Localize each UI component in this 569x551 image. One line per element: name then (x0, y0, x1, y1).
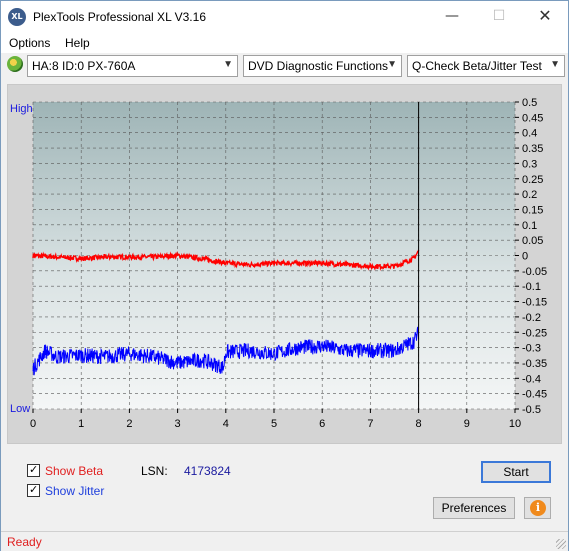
y-tick-label: 0.35 (522, 143, 543, 155)
lsn-value: 4173824 (184, 464, 231, 478)
app-window: XL PlexTools Professional XL V3.16 — ☐ ✕… (0, 0, 569, 551)
menu-bar: Options Help (1, 33, 568, 53)
window-title: PlexTools Professional XL V3.16 (33, 10, 206, 24)
y-tick-label: -0.15 (522, 297, 547, 309)
y-tick-label: -0.4 (522, 373, 541, 385)
resize-grip-icon[interactable] (556, 539, 566, 549)
x-tick-label: 6 (319, 418, 325, 430)
y-tick-label: -0.1 (522, 281, 541, 293)
start-button[interactable]: Start (481, 461, 551, 483)
menu-help[interactable]: Help (65, 36, 90, 50)
y-tick-label: 0.5 (522, 97, 537, 109)
chevron-down-icon: ▼ (223, 59, 233, 70)
y-tick-label: -0.25 (522, 327, 547, 339)
info-button[interactable]: i (524, 497, 551, 519)
options-panel: Show Beta Show Jitter LSN: 4173824 Start… (7, 450, 562, 527)
x-tick-label: 1 (78, 418, 84, 430)
maximize-button[interactable]: ☐ (476, 1, 522, 33)
toolbar: HA:8 ID:0 PX-760A ▼ DVD Diagnostic Funct… (1, 53, 568, 79)
info-icon: i (530, 500, 546, 516)
status-bar: Ready (1, 531, 568, 551)
y-tick-label: -0.45 (522, 389, 547, 401)
show-beta-label[interactable]: Show Beta (45, 464, 103, 478)
high-label: High (10, 103, 33, 115)
y-tick-label: 0.4 (522, 128, 537, 140)
drive-select-value: HA:8 ID:0 PX-760A (32, 59, 136, 73)
y-tick-label: -0.3 (522, 343, 541, 355)
x-tick-label: 9 (464, 418, 470, 430)
x-tick-label: 5 (271, 418, 277, 430)
x-tick-label: 8 (416, 418, 422, 430)
y-tick-label: 0 (522, 251, 528, 263)
show-beta-checkbox[interactable] (27, 463, 40, 477)
function-select-value: DVD Diagnostic Functions (248, 59, 389, 73)
lsn-label: LSN: (141, 464, 168, 478)
chart-panel: 0.5 0.45 0.4 0.35 0.3 0.25 0.2 0.15 0.1 0.05 0 -0.0… (7, 84, 562, 444)
x-tick-label: 10 (509, 418, 521, 430)
y-tick-label: -0.05 (522, 266, 547, 278)
x-tick-label: 7 (367, 418, 373, 430)
x-tick-label: 3 (175, 418, 181, 430)
status-text: Ready (7, 535, 42, 549)
chevron-down-icon: ▼ (387, 59, 397, 70)
show-jitter-label[interactable]: Show Jitter (45, 484, 104, 498)
drive-select[interactable]: HA:8 ID:0 PX-760A ▼ (27, 55, 238, 77)
test-select[interactable]: Q-Check Beta/Jitter Test ▼ (407, 55, 565, 77)
y-tick-label: 0.1 (522, 220, 537, 232)
close-button[interactable]: ✕ (522, 1, 568, 33)
test-select-value: Q-Check Beta/Jitter Test (412, 59, 542, 73)
x-tick-label: 4 (223, 418, 229, 430)
y-tick-label: 0.2 (522, 189, 537, 201)
y-tick-label: 0.15 (522, 204, 543, 216)
y-tick-label: 0.25 (522, 174, 543, 186)
x-tick-label: 2 (126, 418, 132, 430)
minimize-button[interactable]: — (429, 1, 475, 33)
menu-options[interactable]: Options (9, 36, 50, 50)
function-select[interactable]: DVD Diagnostic Functions ▼ (243, 55, 402, 77)
beta-jitter-chart: 0.5 0.45 0.4 0.35 0.3 0.25 0.2 0.15 0.1 0.05 0 -0.0… (10, 97, 547, 430)
y-tick-label: 0.05 (522, 235, 543, 247)
app-logo-icon: XL (8, 8, 26, 26)
y-tick-label: 0.3 (522, 158, 537, 170)
y-tick-label: -0.5 (522, 404, 541, 416)
y-tick-label: -0.35 (522, 358, 547, 370)
y-tick-label: 0.45 (522, 112, 543, 124)
show-jitter-checkbox[interactable] (27, 483, 40, 497)
preferences-button[interactable]: Preferences (433, 497, 515, 519)
title-bar: XL PlexTools Professional XL V3.16 — ☐ ✕ (1, 1, 568, 33)
y-tick-label: -0.2 (522, 312, 541, 324)
chevron-down-icon: ▼ (550, 59, 560, 70)
low-label: Low (10, 403, 30, 415)
x-tick-label: 0 (30, 418, 36, 430)
